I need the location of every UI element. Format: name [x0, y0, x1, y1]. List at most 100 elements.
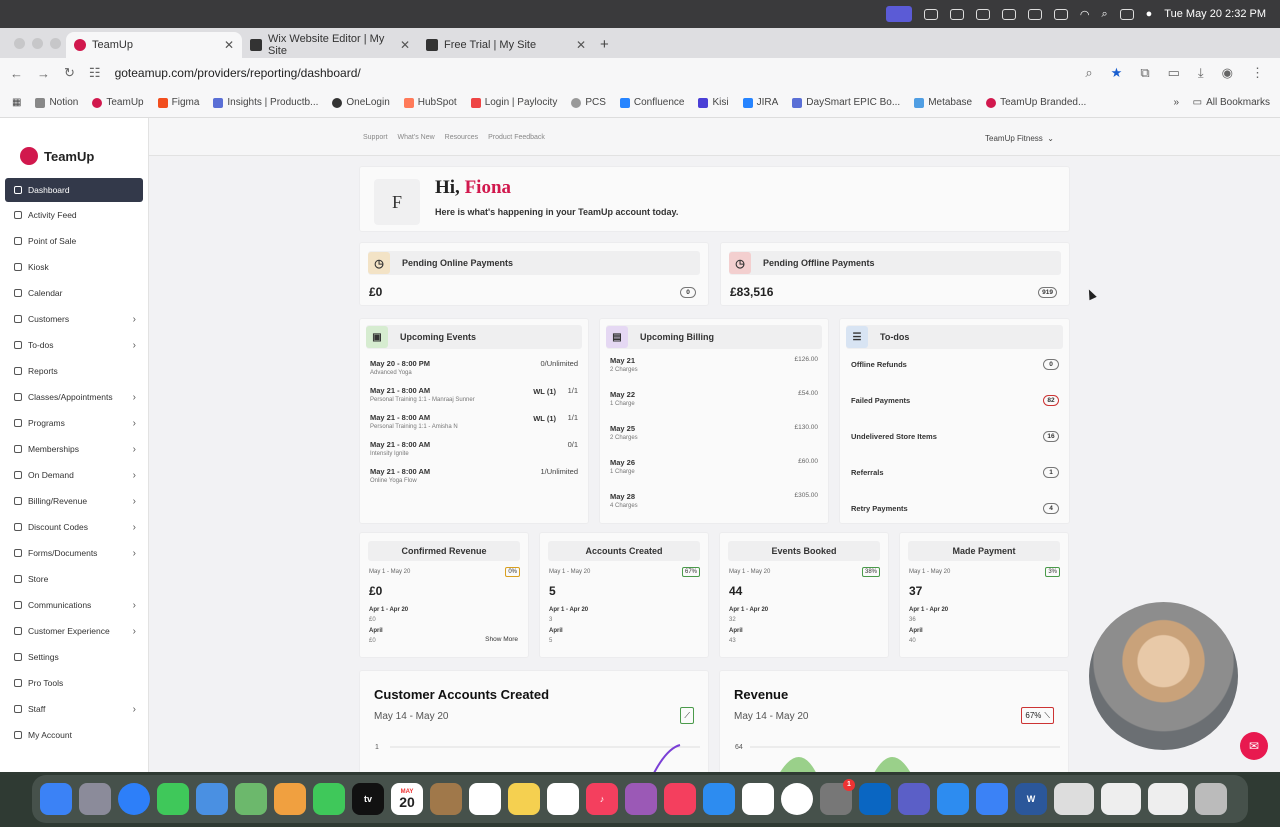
word-icon[interactable]: W: [1015, 783, 1047, 815]
bookmark-item[interactable]: JIRA: [742, 97, 778, 108]
messages-icon[interactable]: [157, 783, 189, 815]
sidebar-item-calendar[interactable]: Calendar: [0, 280, 148, 306]
status-icon[interactable]: [1027, 8, 1042, 20]
outlook-icon[interactable]: [859, 783, 891, 815]
sidebar-item-classes-appointments[interactable]: Classes/Appointments ›: [0, 384, 148, 410]
close-tab-icon[interactable]: ✕: [224, 38, 234, 52]
user-avatar-icon[interactable]: ●: [1146, 8, 1153, 20]
back-icon[interactable]: ←: [10, 66, 23, 81]
billing-row[interactable]: May 22 1 Charge £54.00: [610, 390, 818, 407]
chart-type-toggle[interactable]: ⟋: [680, 707, 694, 724]
sidebar-item-activity-feed[interactable]: Activity Feed: [0, 202, 148, 228]
chat-support-icon[interactable]: ✉: [1240, 732, 1268, 760]
maps-icon[interactable]: [235, 783, 267, 815]
resources-link[interactable]: Resources: [445, 134, 478, 141]
event-row[interactable]: May 21 - 8:00 AM Intensity Ignite 0/1: [370, 440, 578, 457]
minimize-window-button[interactable]: [32, 38, 43, 49]
show-more-link[interactable]: Show More: [485, 636, 518, 643]
bookmark-item[interactable]: TeamUp Branded...: [986, 97, 1086, 108]
more-bookmarks-icon[interactable]: »: [1174, 97, 1180, 108]
freeform-icon[interactable]: [547, 783, 579, 815]
close-tab-icon[interactable]: ✕: [400, 38, 410, 52]
apple-tv-icon[interactable]: tv: [352, 783, 384, 815]
tool-icon[interactable]: [976, 783, 1008, 815]
sidebar-item-customers[interactable]: Customers ›: [0, 306, 148, 332]
sidebar-item-billing-revenue[interactable]: Billing/Revenue ›: [0, 488, 148, 514]
event-row[interactable]: May 21 - 8:00 AM Online Yoga Flow 1/Unlimi…: [370, 467, 578, 484]
xcode-icon[interactable]: [937, 783, 969, 815]
close-window-button[interactable]: [14, 38, 25, 49]
billing-row[interactable]: May 21 2 Charges £126.00: [610, 356, 818, 373]
reminders-icon[interactable]: [469, 783, 501, 815]
split-view-icon[interactable]: ▭: [1168, 65, 1180, 81]
launchpad-icon[interactable]: [79, 783, 111, 815]
bookmark-item[interactable]: DaySmart EPIC Bo...: [792, 97, 900, 108]
whats-new-link[interactable]: What's New: [398, 134, 435, 141]
billing-row[interactable]: May 26 1 Charge £60.00: [610, 458, 818, 475]
safari-icon[interactable]: [118, 783, 150, 815]
notes-icon[interactable]: [508, 783, 540, 815]
account-switcher[interactable]: TeamUp Fitness ⌄: [985, 134, 1054, 143]
teamup-logo[interactable]: TeamUp: [0, 118, 148, 178]
todo-row[interactable]: Retry Payments 4: [851, 503, 1059, 514]
sidebar-item-pro-tools[interactable]: Pro Tools: [0, 670, 148, 696]
bookmark-item[interactable]: OneLogin: [332, 97, 390, 108]
system-settings-icon[interactable]: 1: [820, 779, 855, 815]
made-payment-card[interactable]: Made Payment May 1 - May 20 3% 37 Apr 1 - Ap…: [899, 532, 1069, 658]
bookmark-item[interactable]: Insights | Productb...: [213, 97, 318, 108]
sidebar-item-staff[interactable]: Staff ›: [0, 696, 148, 722]
address-bar-url[interactable]: goteamup.com/providers/reporting/dashboa…: [115, 66, 1072, 80]
control-center-icon[interactable]: [1119, 8, 1134, 20]
billing-row[interactable]: May 25 2 Charges £130.00: [610, 424, 818, 441]
bookmark-star-icon[interactable]: ★: [1111, 65, 1123, 81]
bookmark-item[interactable]: TeamUp: [92, 97, 144, 108]
news-icon[interactable]: [664, 783, 696, 815]
sidebar-item-point-of-sale[interactable]: Point of Sale: [0, 228, 148, 254]
accounts-created-card[interactable]: Accounts Created May 1 - May 20 67% 5 Apr 1 …: [539, 532, 709, 658]
event-row[interactable]: May 21 - 8:00 AM Personal Training 1:1 - …: [370, 413, 578, 430]
confirmed-revenue-card[interactable]: Confirmed Revenue May 1 - May 20 0% £0 Apr 1…: [359, 532, 529, 658]
trash-icon[interactable]: [1195, 783, 1227, 815]
bookmark-item[interactable]: Kisi: [698, 97, 729, 108]
window-thumbnail-icon[interactable]: [1054, 783, 1094, 815]
bookmark-item[interactable]: Confluence: [619, 97, 684, 108]
bookmark-item[interactable]: Figma: [157, 97, 199, 108]
chrome-icon[interactable]: [781, 783, 813, 815]
menu-bar-clock[interactable]: Tue May 20 2:32 PM: [1164, 8, 1266, 20]
sidebar-item-on-demand[interactable]: On Demand ›: [0, 462, 148, 488]
sidebar-item-store[interactable]: Store: [0, 566, 148, 592]
facetime-icon[interactable]: [313, 783, 345, 815]
screen-share-icon[interactable]: [885, 6, 912, 22]
chart-type-toggle[interactable]: 67% ⟍: [1021, 707, 1054, 724]
sidebar-item-customer-experience[interactable]: Customer Experience ›: [0, 618, 148, 644]
contacts-icon[interactable]: [430, 783, 462, 815]
podcasts-icon[interactable]: [625, 783, 657, 815]
todo-row[interactable]: Failed Payments 82: [851, 395, 1059, 406]
zoom-window-button[interactable]: [50, 38, 61, 49]
browser-tab-teamup[interactable]: TeamUp ✕: [66, 32, 242, 58]
todo-row[interactable]: Offline Refunds 0: [851, 359, 1059, 370]
window-thumbnail-icon[interactable]: [1148, 783, 1188, 815]
sidebar-item-settings[interactable]: Settings: [0, 644, 148, 670]
browser-menu-icon[interactable]: ⋮: [1251, 65, 1264, 81]
teams-icon[interactable]: [898, 783, 930, 815]
browser-tab-free-trial[interactable]: Free Trial | My Site ✕: [418, 32, 594, 58]
cloud-icon[interactable]: [949, 8, 964, 20]
forward-icon[interactable]: →: [37, 66, 50, 81]
reload-icon[interactable]: ↻: [64, 65, 75, 81]
finder-icon[interactable]: [40, 783, 72, 815]
todo-row[interactable]: Referrals 1: [851, 467, 1059, 478]
calendar-app-icon[interactable]: MAY 20: [391, 783, 423, 815]
billing-row[interactable]: May 28 4 Charges £305.00: [610, 492, 818, 509]
sidebar-item-memberships[interactable]: Memberships ›: [0, 436, 148, 462]
bookmark-item[interactable]: PCS: [571, 97, 606, 108]
window-thumbnail-icon[interactable]: [1101, 783, 1141, 815]
status-icon[interactable]: [1001, 8, 1016, 20]
status-icon[interactable]: [923, 8, 938, 20]
close-tab-icon[interactable]: ✕: [576, 38, 586, 52]
event-row[interactable]: May 21 - 8:00 AM Personal Training 1:1 - …: [370, 386, 578, 403]
sidebar-item-programs[interactable]: Programs ›: [0, 410, 148, 436]
sidebar-item-discount-codes[interactable]: Discount Codes ›: [0, 514, 148, 540]
bookmark-item[interactable]: HubSpot: [403, 97, 457, 108]
pending-online-payments-card[interactable]: ◷ Pending Online Payments £0 0: [359, 242, 709, 306]
